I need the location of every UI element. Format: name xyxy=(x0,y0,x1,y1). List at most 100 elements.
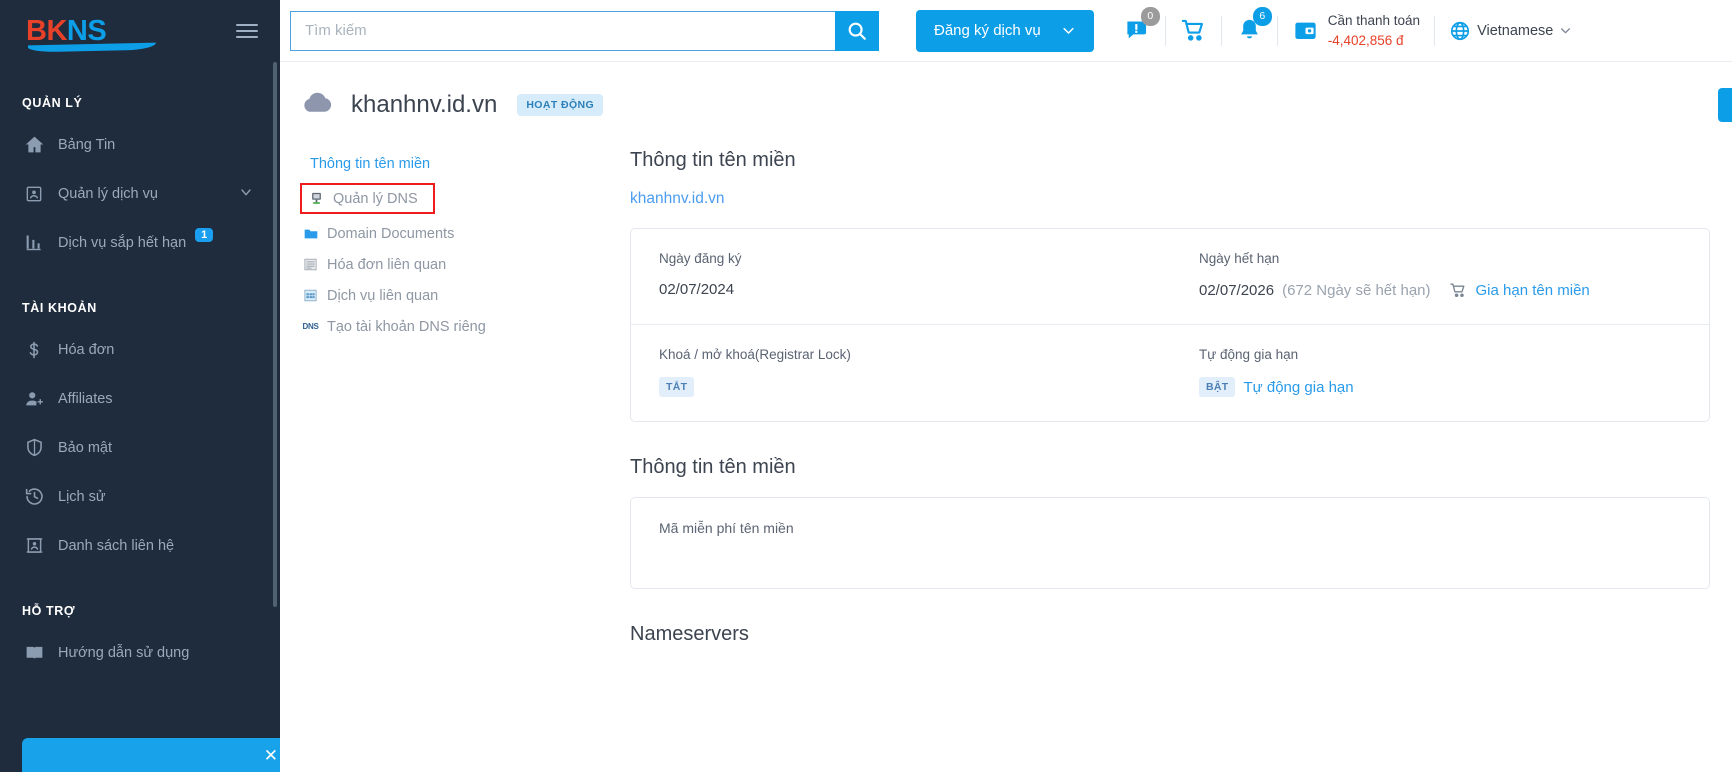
tab-tao-tai-khoan-dns-rieng[interactable]: DNS Tạo tài khoản DNS riêng xyxy=(300,311,630,342)
page-title: khanhnv.id.vn xyxy=(351,90,498,118)
dollar-icon xyxy=(24,340,58,360)
registrar-lock-cell: Khoá / mở khoá(Registrar Lock) TẮT xyxy=(631,347,1171,397)
sidebar-item-huong-dan-su-dung[interactable]: Hướng dẫn sử dụng xyxy=(0,628,280,677)
grid-icon xyxy=(302,287,319,304)
cart-icon xyxy=(1449,281,1468,300)
sidebar-item-label: Affiliates xyxy=(58,390,113,407)
search-input[interactable] xyxy=(290,10,835,51)
payment-due-button[interactable]: Cần thanh toán -4,402,856 đ xyxy=(1292,11,1420,51)
bar-chart-icon xyxy=(24,232,58,253)
tab-thong-tin-ten-mien[interactable]: Thông tin tên miền xyxy=(300,149,630,179)
domain-link[interactable]: khanhnv.id.vn xyxy=(630,190,725,208)
sidebar-section-account: TÀI KHOẢN xyxy=(22,301,97,315)
server-icon xyxy=(308,190,325,207)
auto-renew-value: BẬT Tự động gia hạn xyxy=(1199,377,1711,397)
notification-count-badge: 6 xyxy=(1252,7,1272,26)
ticket-count-badge: 0 xyxy=(1140,7,1160,26)
expiry-days-note: (672 Ngày sẽ hết hạn) xyxy=(1282,282,1431,299)
expiry-date-label: Ngày hết hạn xyxy=(1199,251,1280,266)
hamburger-menu-icon[interactable] xyxy=(236,20,258,42)
support-ticket-button[interactable]: 0 xyxy=(1124,7,1160,44)
sidebar-item-label: Bảo mật xyxy=(58,439,112,456)
edge-action-tab[interactable] xyxy=(1718,88,1732,122)
divider xyxy=(1434,15,1436,46)
tab-label: Tạo tài khoản DNS riêng xyxy=(327,318,486,335)
sidebar-header: BKNS xyxy=(0,0,280,62)
invoice-icon xyxy=(302,256,319,273)
sidebar-item-lich-su[interactable]: Lịch sử xyxy=(0,472,280,521)
cloud-icon xyxy=(300,90,333,119)
renew-domain-link[interactable]: Gia hạn tên miền xyxy=(1476,282,1590,299)
expiry-date-text: 02/07/2026 xyxy=(1199,282,1275,299)
card-person-icon xyxy=(24,184,58,204)
folder-icon xyxy=(302,225,319,242)
sidebar-section-support: HỖ TRỢ xyxy=(22,604,76,618)
tab-domain-documents[interactable]: Domain Documents xyxy=(300,218,630,249)
auto-renew-label: Tự động gia hạn xyxy=(1199,347,1299,362)
sidebar-item-label: Danh sách liên hệ xyxy=(58,537,175,554)
registrar-lock-value: TẮT xyxy=(659,377,1171,397)
expiry-date-value: 02/07/2026 (672 Ngày sẽ hết hạn) Gia hạn… xyxy=(1199,281,1711,300)
tab-label: Hóa đơn liên quan xyxy=(327,256,447,273)
tab-hoa-don-lien-quan[interactable]: Hóa đơn liên quan xyxy=(300,249,630,280)
tab-quan-ly-dns[interactable]: Quản lý DNS xyxy=(300,183,435,214)
logo-text-ns: NS xyxy=(66,14,107,47)
home-icon xyxy=(24,134,58,155)
history-icon xyxy=(24,486,58,507)
sidebar-item-affiliates[interactable]: Affiliates xyxy=(0,374,280,423)
side-tabs: Thông tin tên miền Quản lý DNS Domain Do… xyxy=(280,149,630,646)
sidebar-section-manage: QUẢN LÝ xyxy=(22,96,83,110)
tab-label: Quản lý DNS xyxy=(333,190,418,207)
auto-renew-cell: Tự động gia hạn BẬT Tự động gia hạn xyxy=(1171,347,1711,397)
register-service-button[interactable]: Đăng ký dịch vụ xyxy=(916,9,1094,52)
sidebar-scrollbar[interactable] xyxy=(273,62,277,607)
sidebar-item-bang-tin[interactable]: Bảng Tin xyxy=(0,120,280,169)
section-title-2: Thông tin tên miền xyxy=(630,456,796,478)
close-icon[interactable]: ✕ xyxy=(264,747,278,764)
sidebar-item-dich-vu-sap-het-han[interactable]: Dịch vụ sắp hết hạn 1 xyxy=(0,218,280,267)
content-area: Thông tin tên miền Quản lý DNS Domain Do… xyxy=(280,119,1732,646)
sidebar-item-bao-mat[interactable]: Bảo mật xyxy=(0,423,280,472)
chevron-down-icon xyxy=(1561,28,1571,34)
free-code-card: Mã miễn phí tên miền xyxy=(630,497,1710,589)
section-title: Thông tin tên miền xyxy=(630,149,796,171)
cart-button[interactable] xyxy=(1180,17,1207,44)
chevron-down-icon[interactable] xyxy=(238,184,254,204)
book-icon xyxy=(24,642,58,663)
main-area: Đăng ký dịch vụ 0 6 Cần than xyxy=(280,0,1732,772)
language-selector[interactable]: Vietnamese xyxy=(1449,20,1572,42)
shield-icon xyxy=(24,437,58,458)
divider xyxy=(1276,15,1278,46)
free-code-label: Mã miễn phí tên miền xyxy=(659,520,794,536)
card-row: Khoá / mở khoá(Registrar Lock) TẮT Tự độ… xyxy=(631,324,1709,421)
sidebar-item-danh-sach-lien-he[interactable]: Danh sách liên hệ xyxy=(0,521,280,570)
dns-icon: DNS xyxy=(302,322,319,331)
wallet-icon xyxy=(1295,22,1316,39)
sidebar-badge-count: 1 xyxy=(195,227,214,242)
tab-label: Thông tin tên miền xyxy=(310,156,431,172)
app-root: BKNS QUẢN LÝ Bảng Tin Quản lý dịch vụ Dị… xyxy=(0,0,1732,772)
tab-dich-vu-lien-quan[interactable]: Dịch vụ liên quan xyxy=(300,280,630,311)
bkns-logo[interactable]: BKNS xyxy=(26,14,156,52)
registered-date-value: 02/07/2024 xyxy=(659,281,735,298)
sidebar-item-label: Dịch vụ sắp hết hạn xyxy=(58,234,187,251)
domain-info-panel: Thông tin tên miền khanhnv.id.vn Ngày đă… xyxy=(630,149,1732,646)
sidebar-item-label: Bảng Tin xyxy=(58,136,116,153)
globe-icon xyxy=(1450,21,1470,40)
top-bar: Đăng ký dịch vụ 0 6 Cần than xyxy=(280,0,1732,62)
sidebar-item-quan-ly-dich-vu[interactable]: Quản lý dịch vụ xyxy=(0,169,280,218)
search-button[interactable] xyxy=(835,10,879,51)
chat-widget-bar[interactable]: ✕ xyxy=(22,738,280,772)
lock-state-badge: TẮT xyxy=(659,377,695,397)
auto-renew-link[interactable]: Tự động gia hạn xyxy=(1243,379,1353,396)
notifications-button[interactable]: 6 xyxy=(1236,7,1272,44)
registered-date-cell: Ngày đăng ký 02/07/2024 xyxy=(631,251,1171,300)
chevron-down-icon xyxy=(1063,27,1074,34)
logo-text-bk: BK xyxy=(26,14,67,47)
payment-due-amount: -4,402,856 đ xyxy=(1327,32,1404,48)
sidebar-item-label: Quản lý dịch vụ xyxy=(58,185,158,202)
domain-info-card: Ngày đăng ký 02/07/2024 Ngày hết hạn 02/… xyxy=(630,228,1710,422)
sidebar-item-hoa-don[interactable]: Hóa đơn xyxy=(0,325,280,374)
nameservers-title: Nameservers xyxy=(630,623,749,645)
language-label: Vietnamese xyxy=(1477,22,1554,39)
